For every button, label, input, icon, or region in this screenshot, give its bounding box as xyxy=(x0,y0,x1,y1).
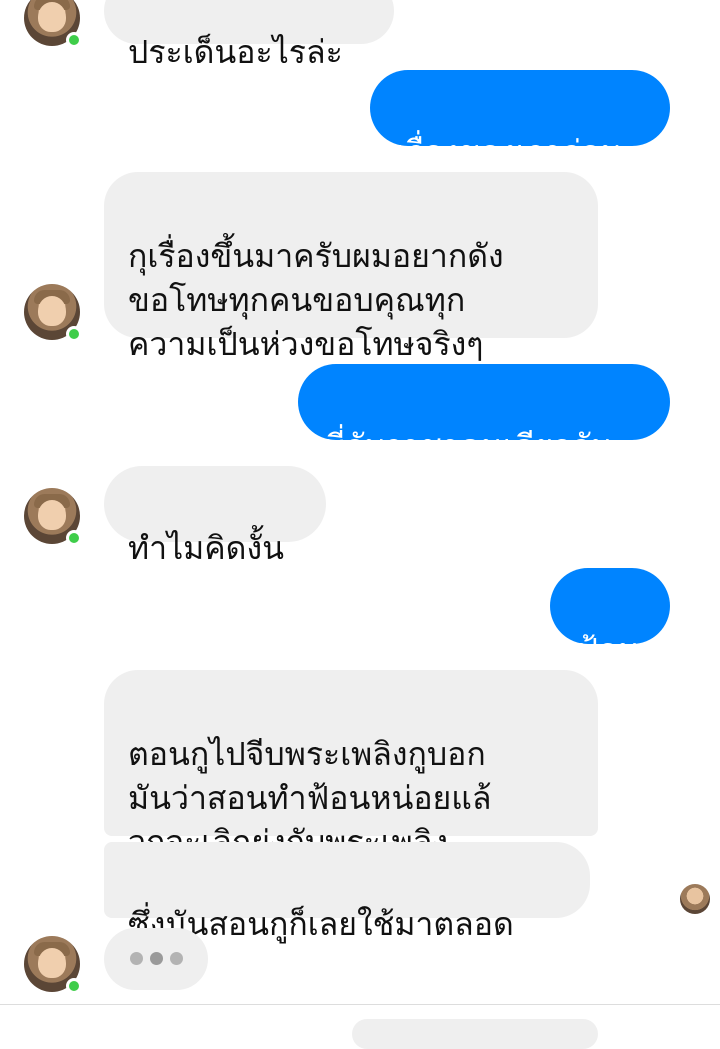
message-text: เรื่องของเราก่อน xyxy=(396,133,623,171)
composer-divider xyxy=(0,1004,720,1005)
message-outgoing[interactable]: ฟ้อน xyxy=(550,568,670,669)
typing-indicator xyxy=(104,928,208,990)
seen-avatar-icon xyxy=(680,884,710,914)
typing-dots-icon xyxy=(130,952,143,965)
online-status-icon xyxy=(66,326,82,342)
message-text: กุเรื่องขึ้นมาครับผมอยากดัง ขอโทษทุกคนขอ… xyxy=(128,237,504,363)
typing-dots-icon xyxy=(170,952,183,965)
message-incoming[interactable]: ตอนกูไปจีบพระเพลิงกูบอก มันว่าสอนทำฟ้อนห… xyxy=(104,670,598,861)
message-text: พี่กับราชาคนเดียวกัน xyxy=(324,427,613,465)
message-outgoing[interactable]: พี่กับราชาคนเดียวกัน xyxy=(298,364,670,465)
message-input[interactable] xyxy=(352,1019,598,1049)
contact-avatar-icon[interactable] xyxy=(24,936,82,994)
message-incoming[interactable]: ประเด็นอะไรล่ะ xyxy=(104,0,394,71)
message-incoming[interactable]: กุเรื่องขึ้นมาครับผมอยากดัง ขอโทษทุกคนขอ… xyxy=(104,172,598,363)
online-status-icon xyxy=(66,978,82,994)
message-text: ประเด็นอะไรล่ะ xyxy=(128,33,343,71)
online-status-icon xyxy=(66,530,82,546)
contact-avatar-icon[interactable] xyxy=(24,488,82,546)
message-thread: ประเด็นอะไรล่ะ เรื่องของเราก่อน กุเรื่อง… xyxy=(0,0,720,1049)
message-text: ฟ้อน xyxy=(576,631,640,669)
contact-avatar-icon[interactable] xyxy=(24,284,82,342)
message-incoming[interactable]: ทำไมคิดงั้น xyxy=(104,466,326,567)
online-status-icon xyxy=(66,32,82,48)
message-text: ทำไมคิดงั้น xyxy=(128,529,284,567)
message-outgoing[interactable]: เรื่องของเราก่อน xyxy=(370,70,670,171)
typing-dots-icon xyxy=(150,952,163,965)
contact-avatar-icon[interactable] xyxy=(24,0,82,48)
message-incoming[interactable]: ซึ่งมันสอนกูก็เลยใช้มาตลอด xyxy=(104,842,590,943)
